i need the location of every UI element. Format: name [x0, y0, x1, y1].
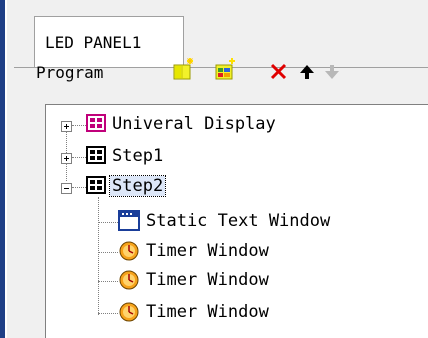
tree-node-timer-window[interactable]: Timer Window: [46, 298, 428, 328]
expand-toggle[interactable]: [61, 121, 72, 132]
program-icon: [86, 112, 106, 138]
tree-node-label: Timer Window: [146, 302, 269, 322]
program-icon: [86, 144, 106, 170]
timer-icon: [118, 240, 140, 266]
tree-node-label: Static Text Window: [146, 211, 331, 231]
program-icon: [86, 174, 106, 200]
timer-icon: [118, 301, 140, 327]
program-label: Program: [36, 63, 104, 82]
tab-led-panel1[interactable]: LED PANEL1: [34, 16, 184, 68]
move-up-button[interactable]: [295, 56, 323, 90]
tab-label: LED PANEL1: [45, 33, 142, 52]
expand-toggle[interactable]: [61, 153, 72, 164]
tree-node-step1[interactable]: Step1: [46, 142, 428, 172]
tree-node-step2[interactable]: Step2: [46, 172, 428, 202]
tree-node-label: Univeral Display: [112, 114, 276, 134]
new-program-button[interactable]: [170, 56, 198, 90]
move-down-button[interactable]: [320, 56, 348, 90]
tree-node-label: Step1: [112, 146, 164, 166]
program-tree[interactable]: Univeral Display Step1 Step2 Static Text…: [45, 104, 428, 338]
delete-button[interactable]: [265, 56, 293, 90]
tree-node-timer-window[interactable]: Timer Window: [46, 266, 428, 296]
tree-node-label: Timer Window: [146, 241, 269, 261]
new-window-button[interactable]: [212, 56, 240, 90]
tree-node-label: Step2: [108, 175, 167, 197]
collapse-toggle[interactable]: [61, 183, 72, 194]
tree-node-static-text-window[interactable]: Static Text Window: [46, 207, 428, 237]
tree-node-univeral-display[interactable]: Univeral Display: [46, 110, 428, 140]
tree-node-label: Timer Window: [146, 270, 269, 290]
text-window-icon: [118, 210, 140, 236]
tree-node-timer-window[interactable]: Timer Window: [46, 237, 428, 267]
timer-icon: [118, 269, 140, 295]
